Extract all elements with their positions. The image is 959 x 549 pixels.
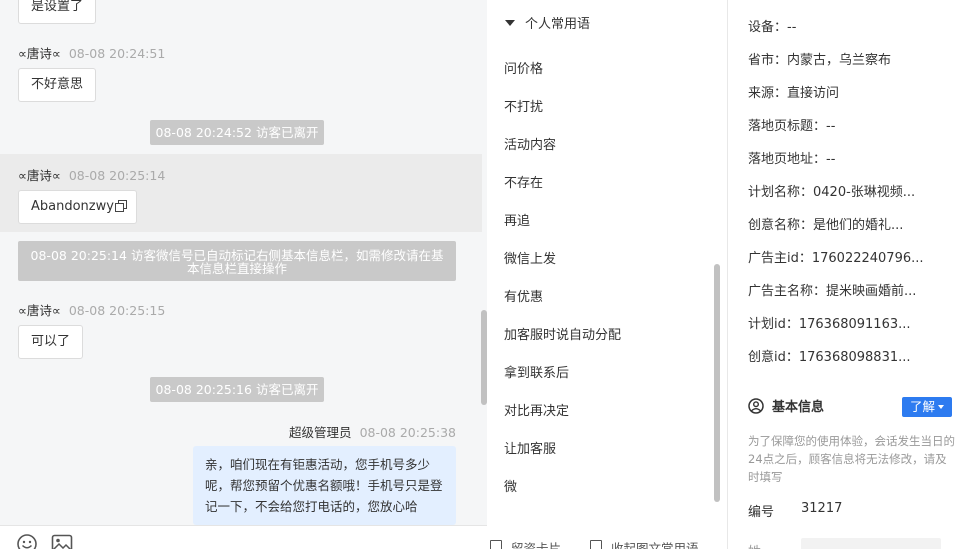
message-time: 08-08 20:24:51 <box>68 46 166 61</box>
caret-down-icon <box>938 405 944 409</box>
phrase-item[interactable]: 再追 <box>504 210 530 229</box>
message-meta: ∝唐诗∝ 08-08 20:24:51 <box>18 43 165 62</box>
system-notice: 08-08 20:25:14 访客微信号已自动标记右侧基本信息栏，如需修改请在基… <box>18 241 456 281</box>
sender-name: ∝唐诗∝ <box>18 303 61 318</box>
name-label: 姓 <box>748 541 761 549</box>
message-bubble: 是设置了 <box>18 0 97 24</box>
emoji-icon[interactable] <box>16 533 38 549</box>
name-field[interactable] <box>801 538 941 549</box>
visitor-info-panel: 设备：-- 省市：内蒙古，乌兰察布 来源：直接访问 落地页标题：-- 落地页地址… <box>727 0 959 549</box>
system-notice: 08-08 20:25:16 访客已离开 <box>150 377 324 402</box>
info-landing-title: 落地页标题：-- <box>748 119 836 134</box>
lead-card-button[interactable]: 留资卡片 <box>511 538 561 549</box>
message-meta: 超级管理员 08-08 20:25:38 <box>289 422 456 441</box>
phrase-group-header[interactable]: 个人常用语 <box>505 13 590 32</box>
message-text: Abandonzwy <box>31 199 114 214</box>
message-meta: ∝唐诗∝ 08-08 20:25:14 <box>18 165 165 184</box>
basic-info-title: 基本信息 <box>772 400 825 415</box>
message-time: 08-08 20:25:15 <box>68 303 166 318</box>
info-creative-id: 创意id：176368098831... <box>748 350 911 365</box>
collapse-icon <box>590 540 602 549</box>
phrase-item[interactable]: 不打扰 <box>504 96 543 115</box>
copy-icon[interactable] <box>114 200 127 212</box>
phrase-item[interactable]: 微 <box>504 476 517 495</box>
phrase-item[interactable]: 活动内容 <box>504 134 556 153</box>
info-device: 设备：-- <box>748 20 797 35</box>
info-region: 省市：内蒙古，乌兰察布 <box>748 53 892 68</box>
learn-more-label: 了解 <box>909 399 935 414</box>
phrases-bottom-bar: 留资卡片 收起图文常用语 <box>487 534 727 549</box>
info-advertiser-name: 广告主名称：提米映画婚前... <box>748 284 917 299</box>
phrase-item[interactable]: 对比再决定 <box>504 400 569 419</box>
sender-name: ∝唐诗∝ <box>18 46 61 61</box>
message-bubble: 可以了 <box>18 325 84 359</box>
phrase-item[interactable]: 微信上发 <box>504 248 556 267</box>
caret-down-icon <box>505 20 515 26</box>
chat-panel: 是设置了 ∝唐诗∝ 08-08 20:24:51 不好意思 08-08 20:24… <box>0 0 487 549</box>
system-notice: 08-08 20:24:52 访客已离开 <box>150 120 324 145</box>
phrases-scrollbar[interactable] <box>714 264 720 502</box>
message-time: 08-08 20:25:38 <box>359 425 456 440</box>
info-landing-url: 落地页地址：-- <box>748 152 836 167</box>
sender-name: 超级管理员 <box>289 425 352 440</box>
message-bubble: Abandonzwy <box>18 190 137 224</box>
composer-toolbar <box>0 525 487 549</box>
info-source: 来源：直接访问 <box>748 86 840 101</box>
phrase-group-title: 个人常用语 <box>525 17 591 32</box>
phrase-item[interactable]: 拿到联系后 <box>504 362 569 381</box>
learn-more-button[interactable]: 了解 <box>902 397 952 417</box>
info-advertiser-id: 广告主id：176022240796... <box>748 251 924 266</box>
info-notice: 为了保障您的使用体验，会话发生当日的24点之后，顾客信息将无法修改，请及时填写 <box>748 434 955 484</box>
user-circle-icon <box>748 398 764 414</box>
info-plan-id: 计划id：176368091163... <box>748 317 911 332</box>
collapse-phrases-button[interactable]: 收起图文常用语 <box>611 538 699 549</box>
info-creative-name: 创意名称：是他们的婚礼... <box>748 218 904 233</box>
message-time: 08-08 20:25:14 <box>68 168 166 183</box>
phrase-item[interactable]: 问价格 <box>504 58 543 77</box>
message-bubble: 不好意思 <box>18 68 97 102</box>
common-phrases-panel: 个人常用语 问价格 不打扰 活动内容 不存在 再追 微信上发 有优惠 加客服时说… <box>487 0 727 549</box>
phrase-item[interactable]: 有优惠 <box>504 286 543 305</box>
id-label: 编号 <box>748 505 775 520</box>
phrase-item[interactable]: 让加客服 <box>504 438 556 457</box>
outgoing-message-bubble: 亲，咱们现在有钜惠活动，您手机号多少呢，帮您预留个优惠名额哦！手机号只是登记一下… <box>193 446 456 525</box>
card-icon <box>490 540 502 549</box>
phrase-item[interactable]: 加客服时说自动分配 <box>504 324 621 343</box>
basic-info-header: 基本信息 <box>748 396 824 415</box>
phrase-item[interactable]: 不存在 <box>504 172 543 191</box>
message-meta: ∝唐诗∝ 08-08 20:25:15 <box>18 300 165 319</box>
id-value: 31217 <box>801 501 843 516</box>
image-icon[interactable] <box>51 534 73 549</box>
sender-name: ∝唐诗∝ <box>18 168 61 183</box>
info-plan-name: 计划名称：0420-张琳视频... <box>748 185 916 200</box>
